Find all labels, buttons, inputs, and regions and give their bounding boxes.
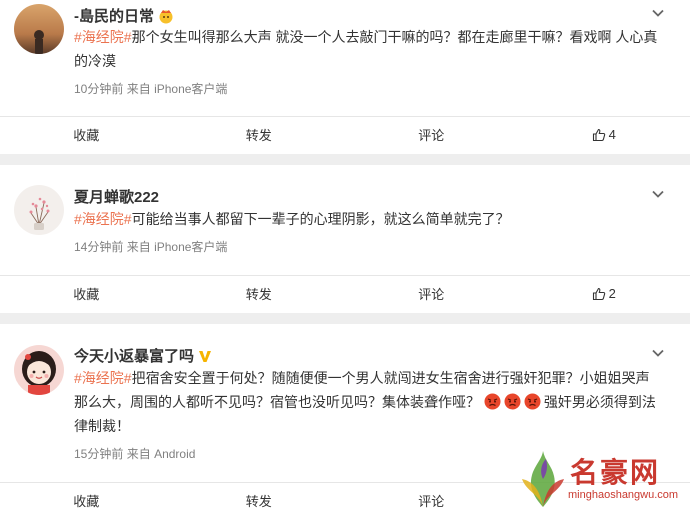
thumbs-up-icon xyxy=(592,128,605,141)
repost-button[interactable]: 转发 xyxy=(173,276,346,311)
verified-badge-icon xyxy=(199,350,212,362)
thumbs-up-icon xyxy=(592,287,605,300)
collect-button[interactable]: 收藏 xyxy=(0,276,173,311)
post-meta: 10分钟前 来自 iPhone客户端 xyxy=(74,82,228,96)
username[interactable]: -島民的日常 xyxy=(74,5,174,26)
hashtag-link[interactable]: #海经院# xyxy=(74,29,132,45)
angry-face-emoji xyxy=(504,393,521,410)
post-source[interactable]: Android xyxy=(154,447,195,461)
post-time[interactable]: 10分钟前 xyxy=(74,82,123,96)
user-avatar[interactable] xyxy=(14,185,64,235)
username[interactable]: 今天小返暴富了吗 xyxy=(74,345,212,366)
post-meta: 14分钟前 来自 iPhone客户端 xyxy=(74,240,228,254)
like-button[interactable]: 4 xyxy=(518,117,690,152)
username[interactable]: 夏月蝉歌222 xyxy=(74,186,159,207)
collect-button[interactable]: 收藏 xyxy=(0,483,173,518)
watermark-title: 名豪网 xyxy=(570,457,661,488)
chevron-down-icon[interactable] xyxy=(650,186,666,202)
post-text: #海经院#可能给当事人都留下一辈子的心理阴影，就这么简单就完了？ xyxy=(74,211,510,227)
crown-emoji xyxy=(159,9,173,23)
weibo-card-2: 夏月蝉歌222 #海经院#可能给当事人都留下一辈子的心理阴影，就这么简单就完了？… xyxy=(0,165,690,313)
comment-button[interactable]: 评论 xyxy=(345,483,518,518)
action-bar: 收藏 转发 评论 4 xyxy=(0,116,690,152)
user-avatar[interactable] xyxy=(14,345,64,395)
repost-button[interactable]: 转发 xyxy=(173,483,346,518)
like-count: 4 xyxy=(608,127,616,142)
user-avatar[interactable] xyxy=(14,4,64,54)
post-time[interactable]: 14分钟前 xyxy=(74,240,123,254)
hashtag-link[interactable]: #海经院# xyxy=(74,211,132,227)
post-source[interactable]: iPhone客户端 xyxy=(154,240,227,254)
site-watermark: 名豪网 minghaoshangwu.com xyxy=(518,447,690,511)
angry-face-emoji xyxy=(484,393,501,410)
action-bar: 收藏 转发 评论 2 xyxy=(0,275,690,311)
post-meta: 15分钟前 来自 Android xyxy=(74,447,196,461)
comment-button[interactable]: 评论 xyxy=(345,276,518,311)
chevron-down-icon[interactable] xyxy=(650,5,666,21)
weibo-card-1: -島民的日常 #海经院#那个女生叫得那么大声 就没一个人去敲门干嘛的吗？都在走廊… xyxy=(0,0,690,154)
like-button[interactable]: 2 xyxy=(518,276,690,311)
hashtag-link[interactable]: #海经院# xyxy=(74,370,132,386)
comment-button[interactable]: 评论 xyxy=(345,117,518,152)
collect-button[interactable]: 收藏 xyxy=(0,117,173,152)
like-count: 2 xyxy=(608,286,616,301)
repost-button[interactable]: 转发 xyxy=(173,117,346,152)
watermark-logo-icon xyxy=(522,451,564,507)
post-source[interactable]: iPhone客户端 xyxy=(154,82,227,96)
post-time[interactable]: 15分钟前 xyxy=(74,447,123,461)
angry-face-emoji xyxy=(524,393,541,410)
post-text: #海经院#把宿舍安全置于何处？随随便便一个男人就闯进女生宿舍进行强奸犯罪？小姐姐… xyxy=(74,370,656,434)
watermark-url: minghaoshangwu.com xyxy=(568,489,679,501)
chevron-down-icon[interactable] xyxy=(650,345,666,361)
post-text: #海经院#那个女生叫得那么大声 就没一个人去敲门干嘛的吗？都在走廊里干嘛？看戏啊… xyxy=(74,29,658,69)
